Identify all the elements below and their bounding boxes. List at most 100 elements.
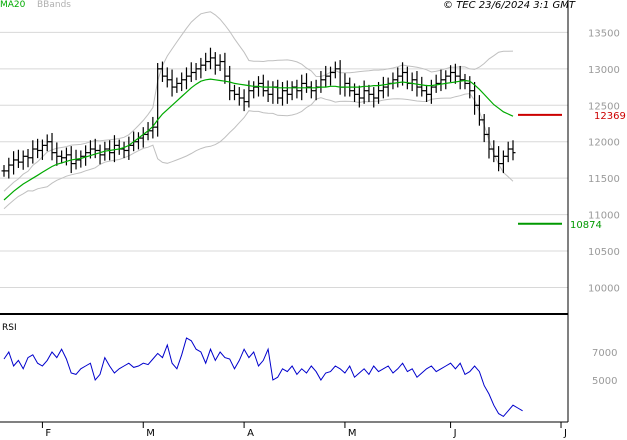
ohlc-bar: [328, 66, 334, 86]
ohlc-bar: [179, 72, 185, 92]
rsi-tick-label: 7000: [592, 348, 617, 359]
ohlc-bar: [20, 150, 26, 170]
ohlc-bar: [25, 149, 31, 168]
price-tick-label: 11500: [588, 174, 620, 185]
ohlc-bar: [63, 147, 69, 166]
ohlc-bar: [419, 76, 425, 97]
ohlc-bar: [380, 76, 386, 99]
ohlc-bar: [39, 139, 45, 160]
ohlc-bar: [366, 84, 372, 103]
ohlc-bar: [304, 73, 310, 93]
time-tick-label: J: [563, 428, 567, 439]
price-tick-label: 10500: [588, 247, 620, 258]
ohlc-bar: [505, 141, 511, 163]
ohlc-bar: [476, 95, 482, 126]
ohlc-bar: [1, 165, 7, 177]
ohlc-bar: [11, 151, 17, 175]
ohlc-bar: [289, 81, 295, 101]
ohlc-bar: [270, 81, 276, 104]
ohlc-bar: [231, 84, 237, 101]
ohlc-bar: [188, 62, 194, 82]
ohlc-bar: [433, 74, 439, 93]
ma20-line: [3, 78, 514, 201]
ohlc-bar: [467, 76, 473, 99]
time-tick-label: M: [348, 428, 357, 439]
ohlc-bar: [6, 157, 12, 179]
ohlc-bar: [236, 87, 242, 106]
ohlc-bar: [438, 69, 444, 92]
price-tick-label: 13500: [588, 28, 620, 39]
ohlc-bar: [198, 57, 204, 79]
rsi-line: [3, 337, 523, 418]
ohlc-bar: [59, 150, 65, 164]
rsi-panel-title: RSI: [2, 323, 17, 333]
ohlc-bar: [30, 140, 36, 164]
ohlc-bar: [385, 77, 391, 97]
resistance-level-label: 12369: [594, 111, 626, 122]
time-tick-label: M: [146, 428, 155, 439]
ohlc-bar: [44, 134, 50, 152]
time-tick-label: F: [45, 428, 51, 439]
ohlc-bar: [280, 81, 286, 106]
price-tick-label: 11000: [588, 211, 620, 222]
price-tick-label: 12500: [588, 101, 620, 112]
rsi-panel: RSI 7000 5000: [0, 313, 617, 418]
ohlc-bar: [352, 83, 358, 103]
ohlc-bar: [491, 140, 497, 163]
ohlc-bar: [404, 66, 410, 90]
price-tick-label: 12000: [588, 138, 620, 149]
ohlc-bar: [193, 63, 199, 81]
ohlc-bar: [424, 84, 430, 103]
ohlc-bar: [121, 141, 127, 159]
ohlc-bar: [241, 89, 247, 112]
ohlc-bar: [15, 149, 21, 168]
ohlc-bar: [457, 65, 463, 90]
ohlc-bar: [390, 72, 396, 90]
chart-frame: [0, 0, 569, 423]
ohlc-bar: [207, 47, 213, 70]
ohlc-bar: [169, 69, 175, 97]
ohlc-bar: [97, 144, 103, 165]
ohlc-bar: [318, 71, 324, 93]
ohlc-bar: [486, 127, 492, 159]
price-axis-ticks: 13500 13000 12500 12000 11500 11000 10500 10000: [588, 28, 620, 294]
ohlc-bar: [294, 79, 300, 99]
ohlc-bar: [443, 70, 449, 90]
time-tick-label: A: [247, 428, 254, 439]
ohlc-bar: [265, 80, 271, 103]
ohlc-bar: [361, 80, 367, 104]
ohlc-bar: [260, 74, 266, 97]
ohlc-bar: [183, 67, 189, 90]
ohlc-bar: [356, 85, 362, 108]
price-tick-label: 13000: [588, 65, 620, 76]
ohlc-bar: [275, 79, 281, 104]
time-tick-label: J: [453, 428, 457, 439]
ma20-path: [3, 78, 514, 201]
time-axis: FMAMJJ: [41, 422, 567, 439]
ohlc-bar: [135, 132, 141, 150]
ohlc-bar: [212, 52, 218, 75]
ohlc-bar: [284, 80, 290, 104]
ohlc-bar: [251, 81, 257, 99]
ohlc-bar: [164, 67, 170, 88]
ohlc-bar: [308, 81, 314, 99]
ohlc-bar: [222, 52, 228, 84]
ohlc-bar: [174, 77, 180, 93]
ohlc-bar: [409, 72, 415, 92]
price-chart: 1236910874 13500130001250012000115001100…: [0, 0, 626, 439]
ohlc-bar: [332, 61, 338, 79]
ohlc-bar: [510, 140, 516, 161]
ohlc-bar: [140, 127, 146, 148]
ohlc-bar: [342, 73, 348, 97]
ohlc-bar: [337, 60, 343, 95]
ohlc-bar: [462, 73, 468, 90]
rsi-tick-label: 5000: [592, 376, 617, 387]
ohlc-bar: [246, 80, 252, 108]
ohlc-bar: [54, 142, 60, 166]
ohlc-bar: [395, 67, 401, 88]
ohlc-bar: [481, 114, 487, 143]
ohlc-bar: [313, 79, 319, 101]
bollinger-bands: [3, 11, 514, 210]
ohlc-bar: [49, 132, 55, 161]
price-tick-label: 10000: [588, 283, 620, 294]
